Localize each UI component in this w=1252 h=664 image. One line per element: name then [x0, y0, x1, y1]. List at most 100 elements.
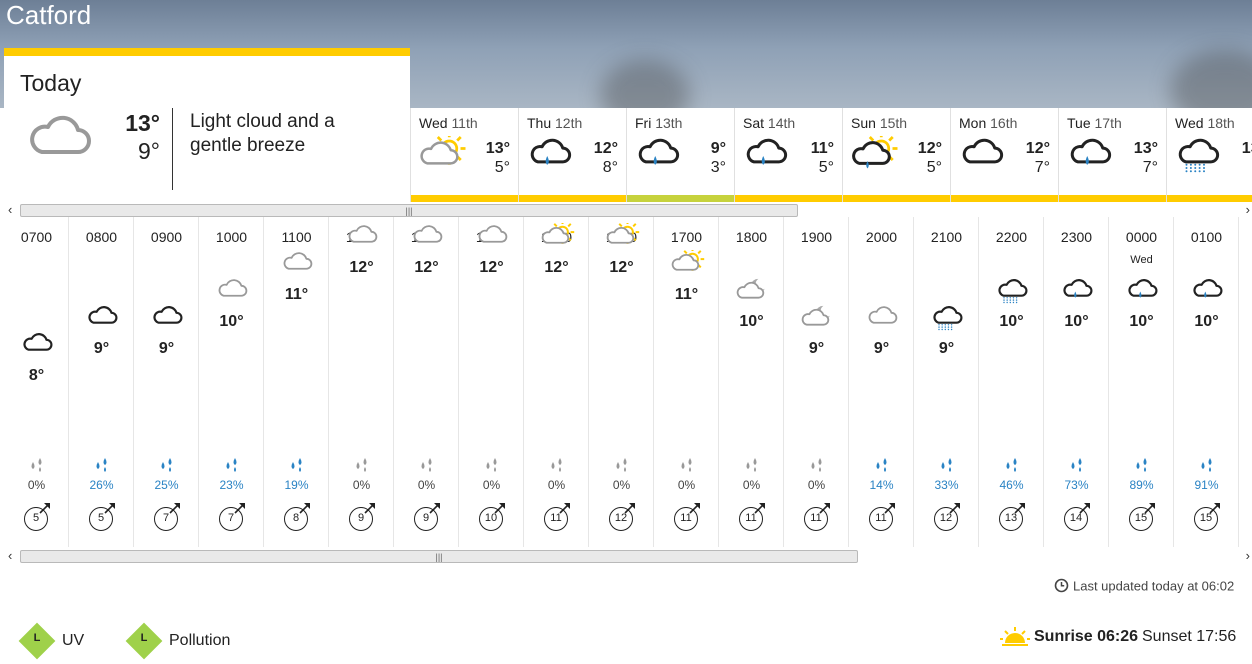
- cloud-icon: [20, 331, 56, 365]
- raindrops-icon: [1133, 457, 1151, 478]
- hour-column-2100[interactable]: 2100 9° 33% 12: [914, 217, 979, 547]
- day-date: 13th: [655, 115, 683, 131]
- scroll-right-icon[interactable]: ›: [1246, 203, 1250, 217]
- clock-icon: [1054, 578, 1069, 596]
- day-mon-16th[interactable]: Mon 16th 12° 7°: [950, 108, 1058, 202]
- hour-column-1600[interactable]: 160012°0%12: [589, 217, 654, 547]
- hour-time: 2000: [865, 229, 898, 245]
- hour-column-1200[interactable]: 120012°0%9: [329, 217, 394, 547]
- rain-chance: 0%: [612, 478, 631, 492]
- sun-cloud-icon: [670, 247, 706, 284]
- today-panel[interactable]: Today 13° 9° Light cloud and a gentle br…: [4, 48, 410, 200]
- hour-column-0900[interactable]: 0900 9° 25% 7: [134, 217, 199, 547]
- sunset-time: Sunset 17:56: [1142, 628, 1237, 645]
- rain-cloud-icon: [741, 136, 793, 181]
- scroll-right-icon[interactable]: ›: [1246, 549, 1250, 563]
- hour-temp: 9°: [938, 340, 955, 357]
- day-name: Wed 11th: [419, 115, 478, 131]
- hour-temp: 9°: [873, 340, 890, 357]
- arrow-icon: [1144, 501, 1156, 519]
- day-sat-14th[interactable]: Sat 14th 11° 5°: [734, 108, 842, 202]
- hour-column-1300[interactable]: 130012°0%9: [394, 217, 459, 547]
- day-name: Sun 15th: [851, 115, 907, 131]
- scroll-left-icon[interactable]: ‹: [8, 549, 12, 563]
- hour-column-2000[interactable]: 2000 9° 14% 11: [849, 217, 914, 547]
- day-sun-15th[interactable]: Sun 15th 12° 5°: [842, 108, 950, 202]
- hour-column-2300[interactable]: 2300 10° 73% 14: [1044, 217, 1109, 547]
- last-updated-text: Last updated today at 06:02: [1073, 578, 1235, 594]
- hours-scrollbar[interactable]: ‹ ||| ›: [8, 549, 1252, 563]
- drizzle-cloud-icon: [930, 304, 966, 338]
- day-highlight-bar: [627, 195, 734, 202]
- hour-column-0000[interactable]: 0000 Wed 10° 89% 15: [1109, 217, 1174, 547]
- hour-column-1100[interactable]: 1100 11° 19% 8: [264, 217, 329, 547]
- day-min-temp: 7°: [1034, 159, 1050, 176]
- hour-column-1700[interactable]: 1700 11° 0% 11: [654, 217, 719, 547]
- hour-time: 0900: [150, 229, 183, 245]
- hour-column-1500[interactable]: 150012°0%11: [524, 217, 589, 547]
- day-min-temp: 3°: [710, 159, 726, 176]
- raindrops-icon: [743, 457, 761, 478]
- last-updated: Last updated today at 06:02: [1054, 578, 1234, 596]
- raindrops-icon: [28, 457, 46, 478]
- arrow-icon: [429, 501, 441, 519]
- hour-time: 2300: [1060, 229, 1093, 245]
- hour-column-1900[interactable]: 1900 9° 0% 11: [784, 217, 849, 547]
- days-scroll-thumb[interactable]: |||: [20, 204, 798, 217]
- arrow-icon: [364, 501, 376, 519]
- rain-chance: 0%: [807, 478, 826, 492]
- pollution-label: Pollution: [169, 632, 231, 649]
- day-tue-17th[interactable]: Tue 17th 13° 7°: [1058, 108, 1166, 202]
- day-min-temp: 5°: [818, 159, 834, 176]
- today-description: Light cloud and a gentle breeze: [190, 111, 335, 156]
- wind-speed: 14: [1064, 503, 1090, 532]
- raindrops-icon: [353, 457, 371, 478]
- raindrops-icon: [938, 457, 956, 478]
- scroll-left-icon[interactable]: ‹: [8, 203, 12, 217]
- wind-speed: 11: [544, 503, 570, 532]
- arrow-icon: [39, 501, 51, 519]
- hour-column-0100[interactable]: 0100 10° 91% 15: [1174, 217, 1239, 547]
- today-min-temp: 9°: [138, 138, 160, 164]
- hour-column-1800[interactable]: 1800 10° 0% 11: [719, 217, 784, 547]
- day-max-temp: 12°: [917, 140, 942, 157]
- rain-cloud-icon: [1065, 136, 1117, 181]
- day-name: Tue 17th: [1067, 115, 1122, 131]
- arrow-icon: [689, 501, 701, 519]
- day-highlight-bar: [951, 195, 1058, 202]
- divider: [172, 108, 173, 190]
- hour-temp: 9°: [93, 340, 110, 357]
- arrow-icon: [1014, 501, 1026, 519]
- day-thu-12th[interactable]: Thu 12th 12° 8°: [518, 108, 626, 202]
- arrow-icon: [949, 501, 961, 519]
- hour-column-1000[interactable]: 1000 10° 23% 7: [199, 217, 264, 547]
- hour-time: 1100: [281, 229, 312, 245]
- days-scrollbar[interactable]: ‹ ||| ›: [8, 203, 1252, 217]
- wind-speed: 9: [349, 503, 375, 532]
- hours-scroll-thumb[interactable]: |||: [20, 550, 858, 563]
- hour-column-2200[interactable]: 2200 10° 46% 13: [979, 217, 1044, 547]
- moon-cloud-icon: [735, 277, 771, 311]
- sun-cloud-icon: [540, 220, 576, 257]
- uv-level: L: [33, 632, 41, 644]
- day-wed-11th[interactable]: Wed 11th 13° 5°: [410, 108, 518, 202]
- day-date: 15th: [879, 115, 908, 131]
- day-min-temp: 5°: [494, 159, 510, 176]
- hour-time: 0800: [85, 229, 118, 245]
- sun-cloud-icon: [605, 220, 641, 257]
- drizzle-cloud-icon: [995, 277, 1031, 311]
- raindrops-icon: [548, 457, 566, 478]
- day-wed-18th[interactable]: Wed 18th 13°: [1166, 108, 1252, 202]
- hour-column-0700[interactable]: 0700 8° 0% 5: [4, 217, 69, 547]
- hour-column-0800[interactable]: 0800 9° 26% 5: [69, 217, 134, 547]
- rain-chance: 0%: [27, 478, 46, 492]
- arrow-icon: [754, 501, 766, 519]
- raindrops-icon: [873, 457, 891, 478]
- day-fri-13th[interactable]: Fri 13th 9° 3°: [626, 108, 734, 202]
- sun-rain-cloud-icon: [849, 132, 901, 181]
- hour-time: 0100: [1190, 229, 1223, 245]
- sunrise-icon: [1000, 626, 1030, 653]
- hour-column-1400[interactable]: 140012°0%10: [459, 217, 524, 547]
- day-name: Fri 13th: [635, 115, 682, 131]
- today-label: Today: [20, 70, 82, 96]
